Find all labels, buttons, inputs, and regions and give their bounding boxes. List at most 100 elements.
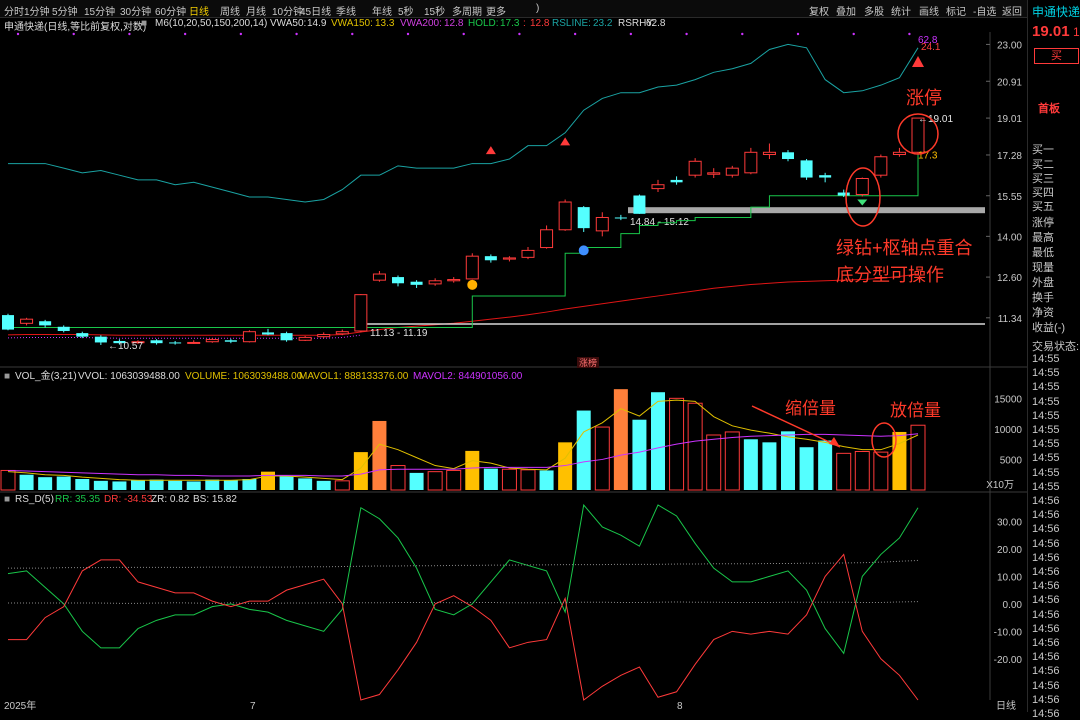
trade-time: 14:56 [1032,679,1060,692]
trade-time: 14:56 [1032,594,1060,607]
candle [372,273,386,281]
candle [744,151,758,174]
candle [94,336,107,343]
volume-bar [149,479,164,490]
price-clip: 1 [1073,25,1080,39]
volume-bar [799,447,814,490]
rsline-signal-icon [560,137,571,146]
volume-bar [687,402,703,491]
candle [892,151,906,156]
trade-time: 14:56 [1032,665,1060,678]
trade-time: 14:55 [1032,395,1060,408]
volume-bar [186,481,201,490]
volume-bar [372,420,387,490]
period-label: 日线 [996,699,1016,712]
quote-row: 换手 [1032,292,1054,304]
pivot-level [628,207,985,214]
vol-mavol1: MAVOL1: 888133376.00 [299,371,409,382]
candle [76,333,89,337]
rsrhy-dot [406,32,410,36]
quote-row: 买五 [1032,201,1054,213]
rsrhy-dot [908,32,911,36]
volume-bar [483,468,498,490]
trade-time: 14:56 [1032,708,1060,720]
rsrhy-dot [685,32,688,36]
board-label: 首板 [1038,103,1060,115]
price-tick: 19.01 [997,114,1022,125]
candle [447,279,461,282]
rs-tick: -20.00 [994,655,1023,666]
buy-button[interactable]: 买 [1034,48,1079,64]
rs-zr-series [8,601,919,604]
volume-bar [409,472,424,490]
trade-time: 14:56 [1032,651,1060,664]
price-tick: 11.34 [998,314,1023,325]
signal-icon [578,245,589,256]
price-tick: 12.60 [997,273,1022,284]
candle [855,177,869,196]
rs-tick: 30.00 [997,517,1022,528]
volume-bar [131,480,145,490]
rs-tick: 0.00 [1003,600,1023,611]
volume-bar [651,392,665,490]
date-label: 8 [677,701,683,712]
candle [633,195,646,214]
candle [354,294,368,332]
bottom-fractal-note: 底分型可操作 [836,265,944,285]
candle [762,151,776,156]
quote-row: 最高 [1032,232,1054,244]
volume-unit: X10万 [986,480,1014,491]
trade-time: 14:55 [1032,480,1060,493]
vol-mavol2: MAVOL2: 844901056.00 [413,371,523,382]
rsrhy-dot [295,32,298,36]
rsrhy-dot [16,32,20,36]
quote-row: 涨停 [1032,217,1054,229]
candle [465,255,479,280]
vol-name: VOL_金(3,21) [15,369,77,382]
trade-time: 14:55 [1032,409,1060,422]
up-arrow-icon [912,56,924,67]
candle [577,207,590,229]
rsline-series [8,43,919,203]
trade-time: 14:56 [1032,608,1060,621]
volume-bar [279,476,294,490]
candle [224,340,237,342]
rs-tick: 10.00 [997,572,1022,583]
candle [874,156,888,176]
volume-tick: 10000 [994,425,1022,436]
volume-bar [501,468,517,491]
rsrhy-dot [852,32,855,36]
trade-time: 14:56 [1032,523,1060,536]
quote-row: 最低 [1032,247,1054,259]
volume-bar [854,451,870,491]
trade-time: 14:55 [1032,438,1060,451]
candle [707,172,721,175]
rsrhy-dot [183,32,187,36]
stock-name: 申通快递 [1032,5,1080,19]
volume-bar [38,477,53,490]
quote-row: 外盘 [1032,277,1054,289]
volume-bar [0,469,16,491]
expand-note: 放倍量 [890,401,941,420]
trade-time: 14:56 [1032,495,1060,507]
volume-bar [316,480,331,490]
rsrhy-dot [629,32,633,36]
rs-rr-series [7,503,919,655]
volume-bar [873,451,889,491]
candle [502,257,516,260]
rsrhy-dot [72,32,75,36]
low-price-label: ←10.57 [108,341,143,352]
volume-bar [836,452,852,491]
candle [782,152,794,160]
last-price: 19.01 [1032,23,1070,40]
volume-bar [427,471,443,491]
volume-bar [223,480,238,490]
price-tick: 15.55 [997,192,1022,203]
rsrhy-dot [573,32,577,36]
trade-time: 14:56 [1032,693,1060,706]
hold-series [8,154,919,328]
candle [595,216,609,232]
volume-bar [632,419,647,490]
candle [57,326,70,331]
vol-vvol: VVOL: 1063039488.00 [78,371,180,382]
